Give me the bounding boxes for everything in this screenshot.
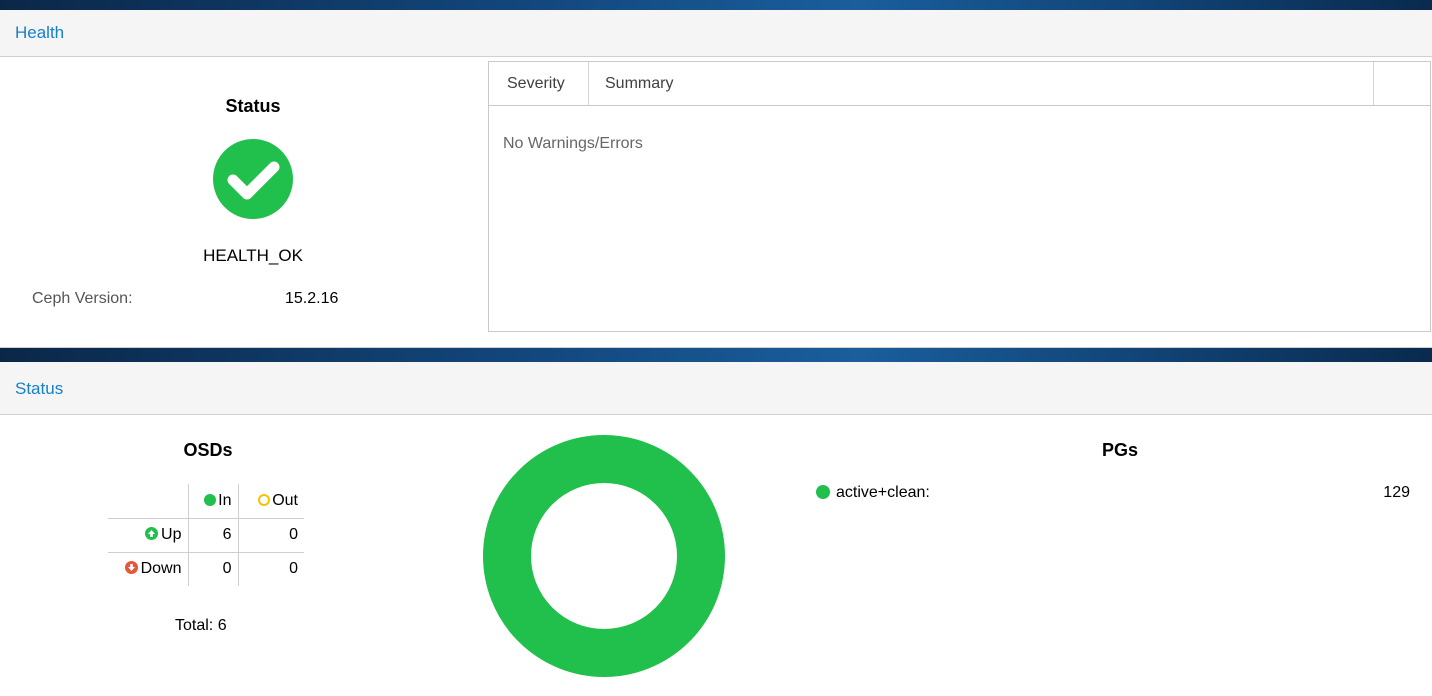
summary-column-label: Summary: [605, 75, 674, 92]
out-dot-icon: [258, 493, 271, 506]
status-panel-title: Status: [15, 379, 64, 398]
pg-legend-label: active+clean:: [836, 484, 930, 501]
in-dot-icon: [204, 493, 217, 506]
arrow-down-icon: [124, 561, 138, 575]
osd-col-out: Out: [237, 484, 304, 519]
osd-up-in: 6: [187, 518, 238, 553]
health-status-text: HEALTH_OK: [203, 246, 303, 265]
severity-column-header[interactable]: Severity: [489, 62, 589, 105]
osd-up-out: 0: [237, 518, 304, 553]
warnings-empty-text: No Warnings/Errors: [503, 135, 643, 152]
osds-title: OSDs: [183, 440, 233, 460]
ceph-version-value: 15.2.16: [285, 290, 339, 307]
osd-col-in: In: [187, 484, 238, 519]
health-status-title: Status: [225, 96, 281, 116]
health-panel-title: Health: [15, 23, 65, 42]
pg-legend-count: 129: [1383, 484, 1410, 501]
osd-row-up-label: Up: [108, 518, 188, 553]
check-circle-icon: [213, 139, 293, 219]
osd-down-out: 0: [237, 552, 304, 586]
column-menu-header[interactable]: [1374, 62, 1430, 105]
status-panel-header: Status: [0, 362, 1432, 415]
osd-down-in: 0: [187, 552, 238, 586]
osd-row-down-label: Down: [108, 552, 188, 586]
arrow-up-icon: [145, 527, 159, 540]
osd-table: In Out Up 6 0 Down 0 0: [108, 484, 304, 586]
active-clean-dot-icon: [816, 485, 830, 499]
severity-column-label: Severity: [507, 75, 565, 92]
pgs-title: PGs: [1101, 440, 1139, 460]
warnings-grid: Severity Summary No Warnings/Errors: [488, 61, 1431, 332]
ceph-version-label: Ceph Version:: [32, 290, 133, 307]
pg-donut-chart: [483, 435, 725, 677]
pg-legend-item: active+clean:: [816, 484, 930, 502]
pg-donut-slice-active-clean: [483, 435, 725, 677]
osd-total: Total: 6: [175, 617, 227, 634]
warnings-grid-header: Severity Summary: [489, 62, 1430, 106]
summary-column-header[interactable]: Summary: [589, 62, 1374, 105]
health-panel-header: Health: [0, 10, 1432, 57]
